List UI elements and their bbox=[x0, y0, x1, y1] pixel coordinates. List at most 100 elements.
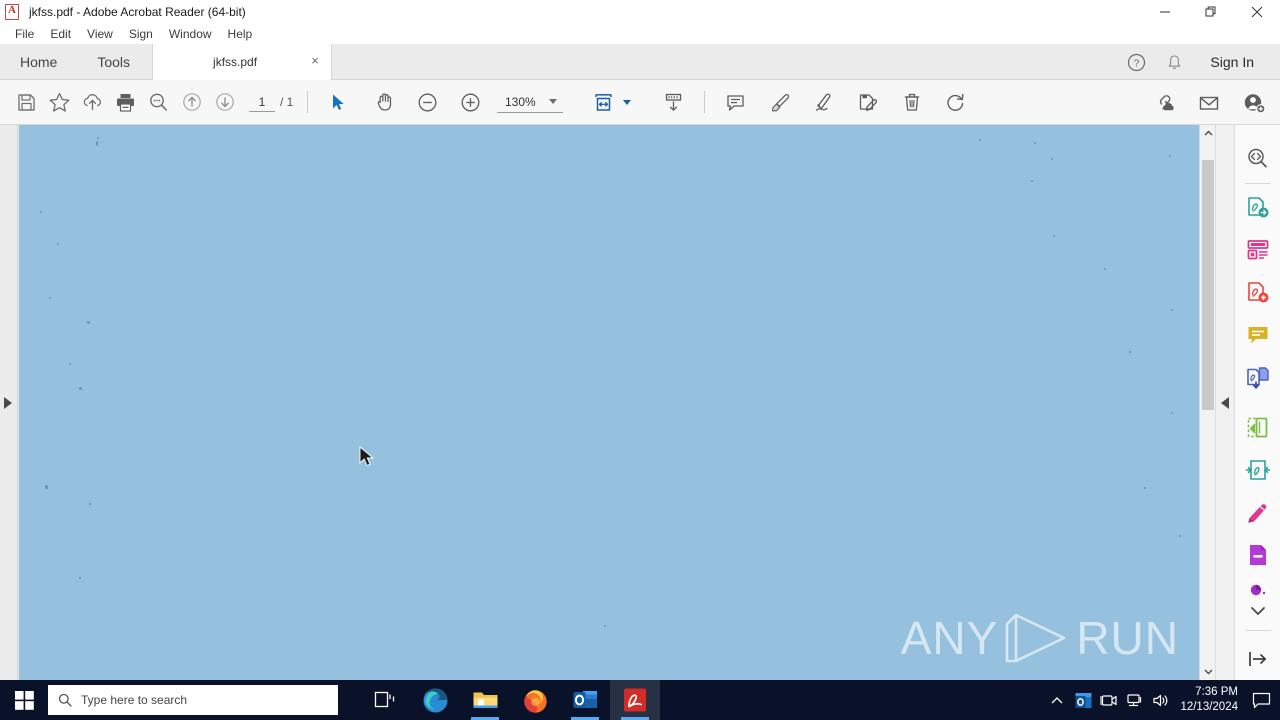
highlight-text-icon[interactable] bbox=[763, 82, 796, 122]
search-placeholder: Type here to search bbox=[81, 693, 188, 707]
comment-tool-icon[interactable] bbox=[1238, 314, 1278, 357]
select-cursor-icon[interactable] bbox=[321, 82, 354, 122]
document-tab[interactable]: jkfss.pdf × bbox=[152, 43, 333, 80]
page-number-input[interactable] bbox=[249, 92, 275, 112]
fill-and-sign-icon[interactable] bbox=[851, 82, 884, 122]
taskbar-app-microsoft-edge[interactable] bbox=[410, 680, 460, 720]
window-controls bbox=[1142, 0, 1280, 23]
tools-rail bbox=[1234, 125, 1280, 680]
menu-edit[interactable]: Edit bbox=[42, 25, 79, 43]
next-page-icon[interactable] bbox=[208, 82, 241, 122]
scrollbar-thumb[interactable] bbox=[1202, 160, 1214, 410]
task-view-icon[interactable] bbox=[360, 680, 410, 720]
chevron-down-icon[interactable] bbox=[623, 99, 632, 105]
invite-person-icon[interactable] bbox=[1237, 83, 1270, 123]
main-toolbar: / 1 130% bbox=[0, 80, 1280, 125]
windows-start-icon[interactable] bbox=[0, 680, 48, 720]
rotate-page-icon[interactable] bbox=[939, 82, 972, 122]
network-icon[interactable] bbox=[1122, 680, 1148, 720]
hand-pan-icon[interactable] bbox=[368, 82, 401, 122]
collapse-panel-icon[interactable] bbox=[1238, 638, 1278, 681]
pdf-page[interactable]: ANY RUN bbox=[19, 125, 1199, 680]
zoom-out-icon[interactable] bbox=[411, 82, 444, 122]
minimize-icon[interactable] bbox=[1142, 0, 1188, 23]
menu-view[interactable]: View bbox=[79, 25, 121, 43]
menu-window[interactable]: Window bbox=[161, 25, 220, 43]
show-hidden-icons-chevron[interactable] bbox=[1044, 680, 1070, 720]
crop-pages-tool-icon[interactable] bbox=[1238, 406, 1278, 449]
toolbar-separator bbox=[307, 91, 309, 113]
action-center-icon[interactable] bbox=[1246, 680, 1276, 720]
taskbar-app-outlook[interactable] bbox=[560, 680, 610, 720]
draw-freehand-icon[interactable] bbox=[807, 82, 840, 122]
search-tool-icon[interactable] bbox=[1238, 137, 1278, 180]
menu-file[interactable]: File bbox=[7, 25, 42, 43]
combine-files-tool-icon[interactable] bbox=[1238, 272, 1278, 315]
acrobat-reader-window: jkfss.pdf - Adobe Acrobat Reader (64-bit… bbox=[0, 0, 1280, 720]
mouse-cursor bbox=[359, 446, 375, 467]
export-pdf-tool-icon[interactable] bbox=[1238, 187, 1278, 230]
outlook-tray-icon[interactable] bbox=[1070, 680, 1096, 720]
menu-sign[interactable]: Sign bbox=[121, 25, 161, 43]
fit-page-width-icon[interactable] bbox=[587, 82, 620, 122]
search-input[interactable]: Type here to search bbox=[48, 685, 338, 715]
taskbar-app-adobe-acrobat-reader[interactable] bbox=[610, 680, 660, 720]
redact-tool-icon[interactable] bbox=[1238, 534, 1278, 577]
add-to-favorites-icon[interactable] bbox=[43, 82, 76, 122]
watermark-text-right: RUN bbox=[1076, 612, 1179, 664]
rail-divider bbox=[1244, 182, 1271, 184]
zoom-level-dropdown[interactable]: 130% bbox=[497, 91, 564, 113]
email-icon[interactable] bbox=[1192, 83, 1225, 123]
share-link-icon[interactable] bbox=[1147, 83, 1180, 123]
edit-pdf-tool-icon[interactable] bbox=[1238, 491, 1278, 534]
vertical-scrollbar[interactable] bbox=[1199, 125, 1215, 680]
clock[interactable]: 7:36 PM 12/13/2024 bbox=[1174, 685, 1246, 715]
sign-in-button[interactable]: Sign In bbox=[1194, 54, 1264, 70]
search-icon bbox=[58, 693, 72, 707]
notification-bell-icon[interactable] bbox=[1156, 44, 1192, 80]
compress-pdf-tool-icon[interactable] bbox=[1238, 449, 1278, 492]
add-comment-icon[interactable] bbox=[719, 82, 752, 122]
collapse-tools-pane-icon[interactable] bbox=[1221, 397, 1229, 409]
toolbar-right-group bbox=[1147, 80, 1270, 125]
find-text-icon[interactable] bbox=[142, 82, 175, 122]
rail-divider bbox=[1244, 629, 1271, 631]
zoom-in-icon[interactable] bbox=[454, 82, 487, 122]
camera-tray-icon[interactable] bbox=[1096, 680, 1122, 720]
delete-icon[interactable] bbox=[895, 82, 928, 122]
anyrun-play-logo bbox=[1006, 613, 1066, 663]
tab-tools[interactable]: Tools bbox=[77, 44, 150, 80]
print-icon[interactable] bbox=[109, 82, 142, 122]
toolbar-separator bbox=[704, 91, 706, 113]
watermark-text-left: ANY bbox=[900, 612, 999, 664]
acrobat-icon bbox=[5, 3, 21, 20]
organize-pages-tool-icon[interactable] bbox=[1238, 357, 1278, 400]
title-bar: jkfss.pdf - Adobe Acrobat Reader (64-bit… bbox=[0, 0, 1280, 23]
menu-help[interactable]: Help bbox=[220, 25, 261, 43]
close-icon[interactable]: × bbox=[309, 54, 321, 67]
taskbar-app-file-explorer[interactable] bbox=[460, 680, 510, 720]
tab-home[interactable]: Home bbox=[0, 44, 77, 80]
create-pdf-tool-icon[interactable] bbox=[1238, 229, 1278, 272]
window-title: jkfss.pdf - Adobe Acrobat Reader (64-bit… bbox=[29, 4, 246, 19]
scroll-down-icon[interactable] bbox=[1200, 663, 1216, 680]
expand-navigation-pane-icon[interactable] bbox=[4, 397, 12, 409]
taskbar-app-firefox[interactable] bbox=[510, 680, 560, 720]
windows-taskbar: Type here to search 7:36 PM 12/13/2024 bbox=[0, 680, 1280, 720]
zoom-level-value: 130% bbox=[504, 94, 536, 109]
tab-bar: Home Tools jkfss.pdf × ? Sign In bbox=[0, 43, 1280, 80]
anyrun-watermark: ANY RUN bbox=[901, 610, 1179, 666]
help-circle-icon[interactable]: ? bbox=[1118, 44, 1154, 80]
close-icon[interactable] bbox=[1234, 0, 1280, 23]
tools-pane-collapse-strip[interactable] bbox=[1215, 125, 1234, 680]
restore-icon[interactable] bbox=[1188, 0, 1234, 23]
previous-page-icon[interactable] bbox=[175, 82, 208, 122]
chevron-down-icon[interactable] bbox=[1238, 601, 1278, 622]
cloud-upload-icon[interactable] bbox=[76, 82, 109, 122]
page-scrolling-icon[interactable] bbox=[657, 82, 690, 122]
document-area: ANY RUN bbox=[0, 125, 1280, 680]
volume-icon[interactable] bbox=[1148, 680, 1174, 720]
clock-time: 7:36 PM bbox=[1195, 686, 1238, 698]
scroll-up-icon[interactable] bbox=[1200, 125, 1216, 142]
save-icon[interactable] bbox=[10, 82, 43, 122]
